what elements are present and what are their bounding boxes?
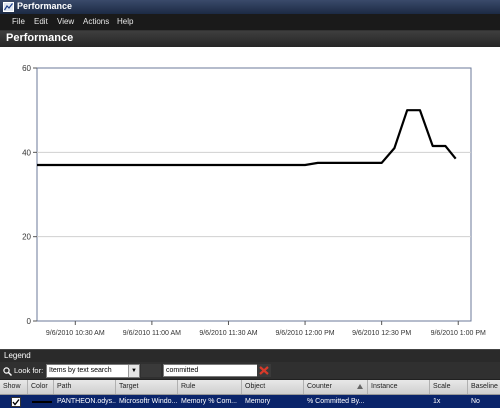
legend-title: Legend [4,351,31,360]
col-baseline[interactable]: Baseline [468,380,500,394]
search-field-icon [141,364,161,377]
menu-actions[interactable]: Actions [83,17,109,26]
look-for-label: Look for: [3,364,43,377]
x-tick-label: 9/6/2010 10:30 AM [46,330,105,337]
window-title: Performance [17,1,73,11]
x-tick-label: 9/6/2010 12:00 PM [275,330,334,337]
x-tick-label: 9/6/2010 11:00 AM [123,330,181,337]
col-rule[interactable]: Rule [178,380,242,394]
clear-search-icon[interactable] [257,364,271,377]
legend-header: Legend [0,349,500,362]
plot-area [36,67,472,322]
cell-path: PANTHEON.odys... [57,398,116,405]
cell-object: Memory [245,398,271,405]
cell-rule: Memory % Com... [181,398,238,405]
x-tick-label: 9/6/2010 12:30 PM [352,330,411,337]
menu-help[interactable]: Help [117,17,133,26]
col-instance[interactable]: Instance [368,380,430,394]
search-mode-select[interactable]: Items by text search ▼ [46,364,140,378]
cell-baseline: No [471,398,480,405]
color-swatch [32,401,52,403]
page-title: Performance [6,32,74,44]
table-row[interactable]: PANTHEON.odys... Microsoftr Windo... Mem… [0,395,500,408]
cell-scale: 1x [433,398,441,405]
look-for-text: Look for: [14,366,44,375]
performance-app-icon [3,2,14,12]
y-tick-label: 60 [22,64,31,73]
legend-grid-header: Show Color Path Target Rule Object Count… [0,380,500,395]
col-object[interactable]: Object [242,380,304,394]
menu-edit[interactable]: Edit [34,17,48,26]
menu-file[interactable]: File [12,17,25,26]
search-input[interactable] [163,364,261,377]
performance-chart: 0 20 40 60 9/6/2010 10:30 AM 9/6/2010 11:00 A… [0,47,500,349]
y-tick-label: 20 [22,233,31,242]
col-target[interactable]: Target [116,380,178,394]
magnifier-icon [3,366,12,376]
cell-counter: % Committed By... [307,398,365,405]
chart-svg: 0 20 40 60 9/6/2010 10:30 AM 9/6/2010 11:00 A… [22,64,486,337]
col-color[interactable]: Color [28,380,54,394]
col-path[interactable]: Path [54,380,116,394]
x-tick-label: 9/6/2010 1:00 PM [431,330,486,337]
menu-bar: File Edit View Actions Help [0,14,500,31]
checkmark-icon [12,399,20,406]
cell-target: Microsoftr Windo... [119,398,178,405]
chevron-down-icon[interactable]: ▼ [128,365,139,377]
col-scale[interactable]: Scale [430,380,468,394]
x-tick-label: 9/6/2010 11:30 AM [199,330,257,337]
y-tick-label: 40 [22,148,31,157]
cell-instance [368,395,430,408]
menu-view[interactable]: View [57,17,74,26]
col-show[interactable]: Show [0,380,28,394]
legend-search-bar: Look for: Items by text search ▼ [0,362,500,379]
window-title-bar: Performance [0,0,500,14]
y-tick-label: 0 [27,317,32,326]
sort-ascending-icon [357,384,363,389]
page-heading: Performance [0,31,500,47]
search-mode-value: Items by text search [49,367,112,374]
show-checkbox[interactable] [11,397,21,407]
